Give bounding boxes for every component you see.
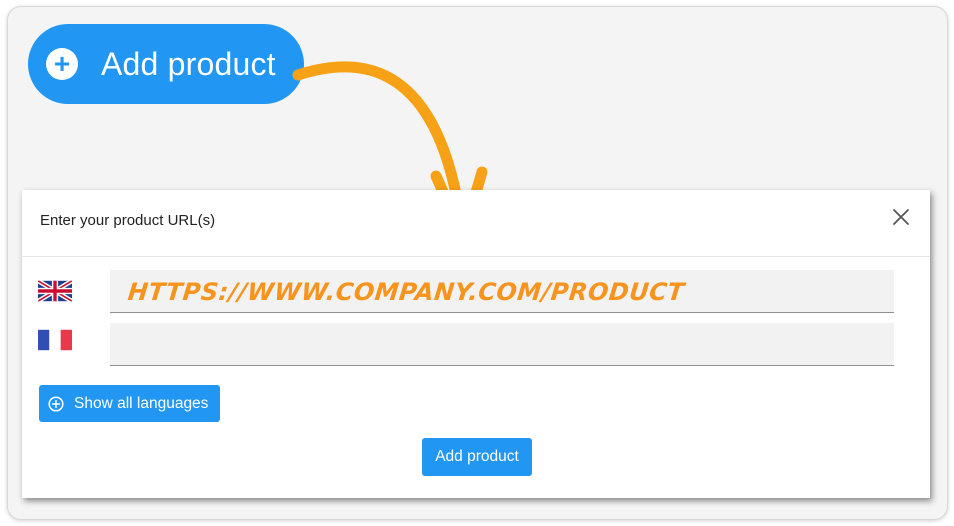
uk-flag-icon [38, 280, 72, 302]
url-input-french[interactable] [110, 323, 894, 366]
add-product-submit-label: Add product [435, 448, 519, 465]
modal-title: Enter your product URL(s) [40, 212, 216, 229]
plus-circle-icon [48, 395, 64, 412]
url-row-english: HTTPS://WWW.COMPANY.COM/PRODUCT [22, 270, 930, 314]
url-row-french [22, 323, 930, 367]
show-all-languages-label: Show all languages [74, 394, 209, 412]
add-product-submit-button[interactable]: Add product [422, 438, 532, 476]
show-all-languages-button[interactable]: Show all languages [39, 385, 220, 422]
hero-add-product-button[interactable]: + Add product [28, 24, 304, 104]
fr-flag-icon [38, 329, 72, 351]
product-url-modal: Enter your product URL(s) HTTPS://WWW.CO… [22, 190, 930, 498]
modal-header: Enter your product URL(s) [22, 190, 930, 257]
url-input-english-value: HTTPS://WWW.COMPANY.COM/PRODUCT [126, 278, 686, 306]
close-icon[interactable] [892, 208, 910, 226]
hero-add-product-label: Add product [101, 45, 276, 82]
plus-icon: + [46, 48, 78, 80]
